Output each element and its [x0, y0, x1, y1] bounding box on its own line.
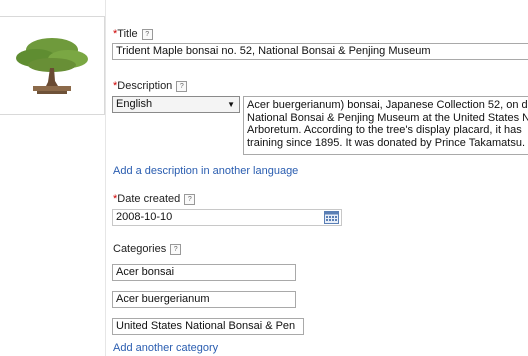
category-input[interactable]: Acer bonsai [112, 264, 296, 281]
bonsai-thumbnail-image [6, 32, 98, 100]
description-textarea[interactable]: Acer buergerianum) bonsai, Japanese Coll… [243, 96, 528, 155]
language-select[interactable]: English ▼ [112, 96, 240, 113]
image-thumbnail[interactable] [0, 16, 105, 115]
description-line: training since 1895. It was donated by P… [247, 136, 526, 149]
help-icon[interactable]: ? [184, 194, 196, 205]
description-label: *Description? [113, 80, 188, 92]
add-description-link[interactable]: Add a description in another language [113, 165, 298, 177]
language-select-value: English [116, 98, 153, 110]
description-line: Arboretum. According to the tree's displ… [247, 124, 522, 136]
date-input[interactable]: 2008-10-10 [112, 209, 342, 226]
calendar-icon[interactable] [324, 211, 339, 224]
date-label: *Date created? [113, 193, 196, 205]
title-label: *Title? [113, 28, 153, 40]
description-line: National Bonsai & Penjing Museum at the … [247, 111, 528, 124]
help-icon[interactable]: ? [141, 29, 153, 40]
category-input[interactable]: Acer buergerianum [112, 291, 296, 308]
title-input[interactable]: Trident Maple bonsai no. 52, National Bo… [112, 43, 528, 60]
category-input[interactable]: United States National Bonsai & Pen [112, 318, 304, 335]
dropdown-arrow-icon: ▼ [227, 100, 235, 109]
panel-divider [105, 0, 106, 356]
add-category-link[interactable]: Add another category [113, 342, 218, 354]
categories-label: Categories? [113, 243, 182, 255]
description-line: Acer buergerianum) bonsai, Japanese Coll… [247, 99, 528, 111]
help-icon[interactable]: ? [170, 244, 182, 255]
help-icon[interactable]: ? [176, 81, 188, 92]
